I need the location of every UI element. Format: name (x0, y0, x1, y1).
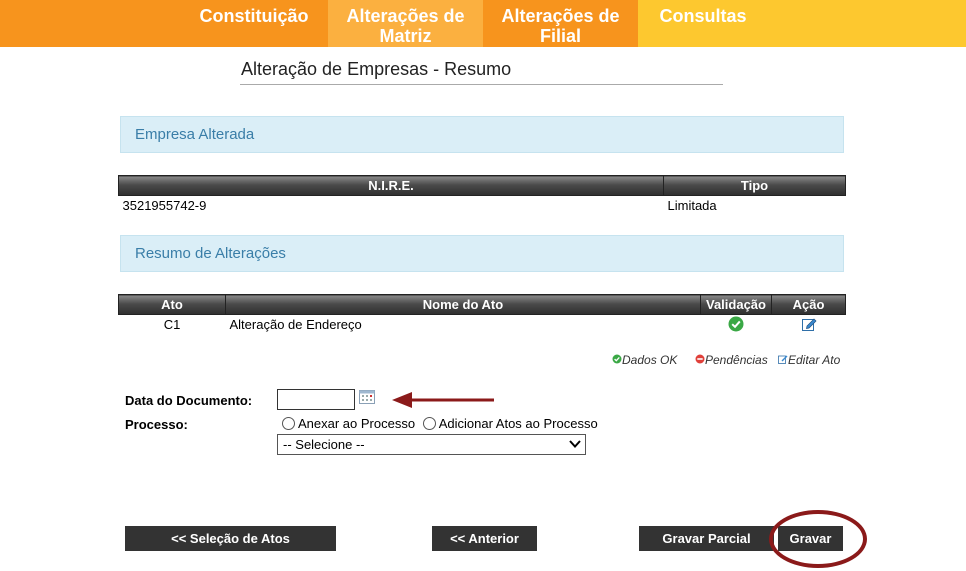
column-header-tipo: Tipo (663, 175, 846, 196)
empresa-table: N.I.R.E. Tipo 3521955742-9 Limitada (118, 175, 846, 214)
edit-icon[interactable] (801, 316, 817, 332)
processo-radio-group: Anexar ao Processo Adicionar Atos ao Pro… (282, 416, 598, 431)
section-empresa-alterada: Empresa Alterada (120, 116, 844, 153)
tab-alteracoes-filial[interactable]: Alterações de Filial (483, 0, 638, 47)
column-header-acao: Ação (771, 294, 846, 315)
column-header-nire: N.I.R.E. (118, 175, 664, 196)
radio-anexar[interactable] (282, 417, 295, 430)
nire-value: 3521955742-9 (122, 197, 207, 213)
data-documento-input[interactable] (277, 389, 355, 410)
column-header-ato: Ato (118, 294, 226, 315)
nav-background-left (0, 0, 180, 47)
tab-alteracoes-matriz[interactable]: Alterações de Matriz (328, 0, 483, 47)
legend-pendencias-label: Pendências (705, 353, 768, 367)
processo-select-value: -- Selecione -- (283, 437, 365, 452)
legend-editar-ato: Editar Ato (778, 353, 840, 367)
processo-select[interactable]: -- Selecione -- (277, 434, 586, 455)
processo-label: Processo: (125, 417, 188, 432)
data-documento-label: Data do Documento: (125, 393, 253, 408)
ato-name: Alteração de Endereço (229, 316, 362, 332)
radio-anexar-label: Anexar ao Processo (298, 416, 416, 431)
resumo-table: Ato Nome do Ato Validação Ação C1 Altera… (118, 294, 846, 333)
anterior-button[interactable]: << Anterior (432, 526, 537, 551)
legend-dados-ok: Dados OK (612, 353, 677, 367)
tipo-value: Limitada (667, 197, 717, 213)
radio-adicionar-label: Adicionar Atos ao Processo (438, 416, 598, 431)
legend-editar-label: Editar Ato (788, 353, 841, 367)
top-navigation: Constituição Alterações de Matriz Altera… (0, 0, 966, 47)
selecao-atos-button[interactable]: << Seleção de Atos (125, 526, 336, 551)
tab-consultas[interactable]: Consultas (638, 0, 768, 47)
check-ok-icon (612, 354, 622, 364)
gravar-parcial-button[interactable]: Gravar Parcial (639, 526, 774, 551)
ato-code: C1 (163, 316, 181, 332)
table-row: C1 Alteração de Endereço (119, 315, 846, 334)
chevron-down-icon (569, 440, 581, 448)
pendencia-icon (695, 354, 705, 364)
legend-pendencias: Pendências (695, 353, 768, 367)
acao-cell (772, 315, 846, 334)
legend-ok-label: Dados OK (622, 353, 678, 367)
column-header-validacao: Validação (700, 294, 772, 315)
page-title: Alteração de Empresas - Resumo (241, 59, 512, 79)
check-ok-icon (728, 316, 744, 332)
radio-adicionar[interactable] (422, 417, 436, 430)
title-divider (240, 84, 723, 85)
validacao-cell (701, 315, 772, 334)
annotation-arrow-icon (392, 392, 494, 408)
column-header-nome-ato: Nome do Ato (225, 294, 701, 315)
edit-icon (778, 355, 788, 364)
calendar-icon[interactable] (359, 390, 375, 404)
tab-constituicao[interactable]: Constituição (180, 0, 328, 47)
section-resumo-alteracoes: Resumo de Alterações (120, 235, 844, 272)
table-row: 3521955742-9 Limitada (119, 196, 846, 215)
annotation-circle (769, 510, 867, 568)
